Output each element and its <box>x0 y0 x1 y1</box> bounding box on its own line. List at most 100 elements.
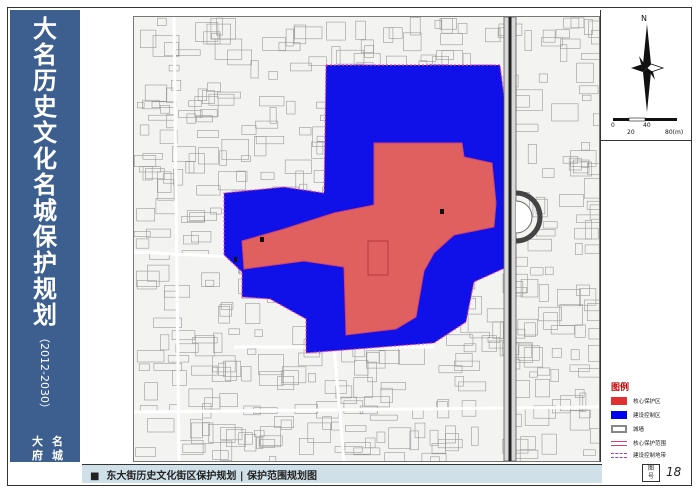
building-outline <box>414 422 426 439</box>
scale-tick: 20 <box>627 129 635 136</box>
building-outline <box>186 113 196 124</box>
building-outline <box>207 82 221 92</box>
building-outline <box>541 433 557 455</box>
building-outline <box>298 352 323 367</box>
title-char: 名 <box>33 170 57 199</box>
building-outline <box>294 26 323 40</box>
building-outline <box>588 327 599 340</box>
building-outline <box>458 381 487 392</box>
title-char: 划 <box>33 300 57 329</box>
building-outline <box>542 221 558 229</box>
building-outline <box>398 347 425 365</box>
building-outline <box>530 267 544 276</box>
building-outline <box>144 84 168 102</box>
building-outline <box>515 95 530 108</box>
building-outline <box>542 29 556 43</box>
building-outline <box>144 382 158 401</box>
building-outline <box>551 348 562 358</box>
building-outline <box>541 37 563 47</box>
building-outline <box>538 284 549 302</box>
building-outline <box>455 353 473 367</box>
building-outline <box>492 321 504 339</box>
title-sidebar: 大名历史文化名城保护规划 （2012-2030） <box>10 10 80 462</box>
building-outline <box>388 27 403 39</box>
building-outline <box>583 449 596 456</box>
building-outline <box>282 366 307 384</box>
building-outline <box>196 130 219 138</box>
building-outline <box>376 431 386 443</box>
svg-text:名: 名 <box>52 434 63 448</box>
marker <box>260 237 264 242</box>
building-outline <box>216 17 224 36</box>
building-outline <box>592 113 599 126</box>
building-outline <box>145 168 165 180</box>
building-outline <box>429 429 439 446</box>
building-outline <box>380 382 407 391</box>
page-number: 18 <box>666 465 682 479</box>
building-outline <box>542 168 555 178</box>
building-outline <box>538 73 548 83</box>
building-outline <box>575 243 583 255</box>
building-outline <box>559 44 568 62</box>
building-outline <box>463 343 477 353</box>
building-outline <box>454 375 464 387</box>
vertical-title: 大名历史文化名城保护规划 <box>10 16 80 328</box>
building-outline <box>383 27 394 43</box>
building-outline <box>259 371 284 386</box>
north-arrow-icon <box>631 24 665 112</box>
building-outline <box>227 49 253 66</box>
building-outline <box>584 244 599 254</box>
building-outline <box>258 439 276 448</box>
building-outline <box>560 38 581 49</box>
building-outline <box>268 71 278 80</box>
building-outline <box>312 126 326 148</box>
building-outline <box>190 231 212 243</box>
building-outline <box>366 352 380 364</box>
building-outline <box>241 365 252 382</box>
years-label: （2012-2030） <box>38 332 51 414</box>
building-outline <box>574 324 586 338</box>
building-outline <box>284 159 312 174</box>
building-outline <box>429 456 440 461</box>
building-outline <box>163 290 177 311</box>
building-outline <box>517 318 538 336</box>
svg-text:城: 城 <box>52 448 63 462</box>
building-outline <box>160 105 170 114</box>
building-outline <box>471 426 479 446</box>
building-outline <box>163 173 175 184</box>
legend-label: 建设控制区 <box>633 413 661 419</box>
building-outline <box>434 20 442 29</box>
building-outline <box>188 153 205 174</box>
building-outline <box>440 33 463 46</box>
building-outline <box>211 366 232 382</box>
building-outline <box>269 456 277 461</box>
building-outline <box>166 87 175 103</box>
building-outline <box>136 208 156 222</box>
building-outline <box>586 200 599 210</box>
building-outline <box>280 419 292 430</box>
building-outline <box>580 142 590 151</box>
title-char: 史 <box>33 92 57 121</box>
title-char: 规 <box>33 274 57 303</box>
building-outline <box>409 17 421 36</box>
legend-label: 核心保护区 <box>633 399 661 405</box>
footer-bar: ■ 东大街历史文化街区保护规划 | 保护范围规划图 <box>82 464 602 483</box>
building-outline <box>360 39 374 53</box>
building-outline <box>515 280 524 297</box>
building-outline <box>148 114 175 121</box>
legend-swatch <box>611 397 627 405</box>
scale-tick: 40 <box>643 122 651 129</box>
title-char: 保 <box>33 222 57 251</box>
building-outline <box>228 328 240 335</box>
building-outline <box>524 30 532 51</box>
building-outline <box>559 194 584 207</box>
building-outline <box>189 418 203 439</box>
building-outline <box>196 185 221 196</box>
building-outline <box>520 278 539 298</box>
building-outline <box>139 124 150 136</box>
legend-item: 建设控制地带 <box>611 448 691 462</box>
building-outline <box>527 238 552 252</box>
building-outline <box>136 102 145 109</box>
building-outline <box>439 17 457 30</box>
legend-label: 核心保护范围 <box>633 441 667 447</box>
